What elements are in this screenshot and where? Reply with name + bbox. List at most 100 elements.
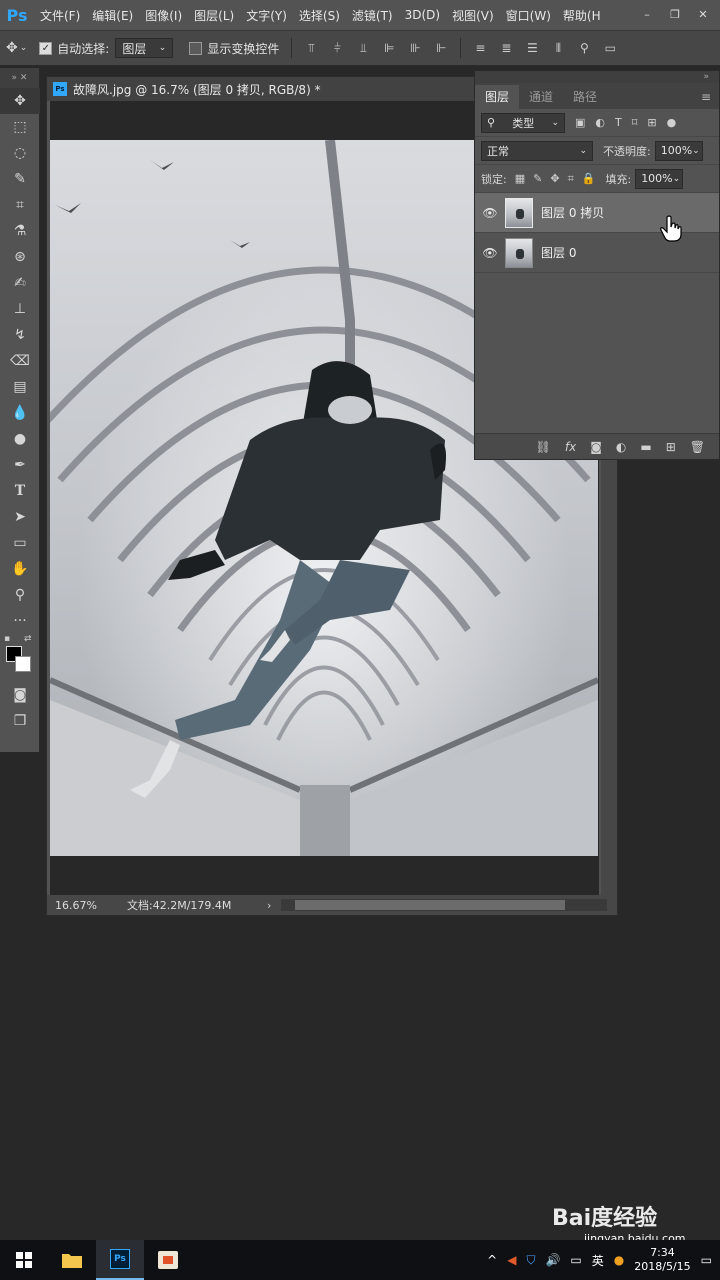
eyedropper-tool-icon[interactable]: ⚗ (0, 218, 40, 244)
blur-tool-icon[interactable]: 💧 (0, 400, 40, 426)
input-language[interactable]: 英 (592, 1252, 604, 1269)
network-icon[interactable]: ▭ (570, 1253, 581, 1267)
lock-image-icon[interactable]: ✎ (533, 172, 542, 185)
quick-mask-icon[interactable]: ◙ (0, 682, 40, 708)
default-colors-icon[interactable]: ▪ (4, 634, 10, 644)
tab-layers[interactable]: 图层 (475, 85, 520, 109)
quick-select-tool-icon[interactable]: ✎ (0, 166, 40, 192)
tool-preset-chevron-icon[interactable]: ⌄ (20, 43, 28, 53)
lock-all-icon[interactable]: 🔒 (582, 172, 596, 185)
menu-file[interactable]: 文件(F) (34, 7, 86, 24)
filter-type-icon[interactable]: T (615, 116, 622, 129)
filter-adjustment-icon[interactable]: ◐ (595, 116, 605, 129)
healing-brush-icon[interactable]: ⊛ (0, 244, 40, 270)
close-button[interactable]: ✕ (694, 8, 712, 22)
taskbar-photoshop[interactable]: Ps (96, 1240, 144, 1280)
delete-layer-icon[interactable]: 🗑 (690, 440, 705, 454)
restore-button[interactable]: ❐ (666, 8, 684, 22)
minimize-button[interactable]: – (638, 8, 656, 22)
taskbar-app[interactable] (144, 1240, 192, 1280)
align-bottom-icon[interactable]: ⫫ (356, 41, 370, 55)
move-tool-icon[interactable]: ✥ (6, 40, 18, 56)
notification-icon[interactable]: ▭ (701, 1253, 712, 1267)
link-layers-icon[interactable]: ⛓ (536, 440, 551, 454)
opacity-input[interactable]: 100% ⌄ (654, 140, 703, 161)
lasso-tool-icon[interactable]: ◌ (0, 140, 40, 166)
distribute-bottom-icon[interactable]: ☰ (525, 41, 539, 55)
align-hcenter-icon[interactable]: ⊪ (408, 41, 422, 55)
panel-collapse-strip[interactable]: » (475, 71, 719, 83)
menu-3d[interactable]: 3D(D) (399, 8, 446, 22)
background-color-swatch[interactable] (15, 656, 31, 672)
align-vcenter-icon[interactable]: ⫩ (330, 41, 344, 55)
path-select-tool-icon[interactable]: ➤ (0, 504, 40, 530)
start-button[interactable] (0, 1240, 48, 1280)
screen-mode-icon[interactable]: ❐ (0, 708, 40, 734)
zoom-level[interactable]: 16.67% (47, 899, 127, 912)
menu-edit[interactable]: 编辑(E) (86, 7, 139, 24)
horizontal-scrollbar[interactable] (281, 899, 607, 911)
pen-tool-icon[interactable]: ✒ (0, 452, 40, 478)
workspace-icon[interactable]: ▭ (603, 41, 617, 55)
add-mask-icon[interactable]: ◙ (590, 440, 602, 454)
align-left-icon[interactable]: ⊫ (382, 41, 396, 55)
search-icon[interactable]: ⚲ (577, 41, 591, 55)
clock[interactable]: 7:34 2018/5/15 (634, 1246, 690, 1274)
gradient-tool-icon[interactable]: ▤ (0, 374, 40, 400)
auto-select-dropdown[interactable]: 图层 ⌄ (115, 38, 174, 58)
history-brush-icon[interactable]: ↯ (0, 322, 40, 348)
menu-window[interactable]: 窗口(W) (500, 7, 557, 24)
auto-select-checkbox[interactable]: ✓ (39, 41, 53, 55)
layer-style-icon[interactable]: fx (565, 440, 576, 454)
tab-paths[interactable]: 路径 (563, 85, 607, 109)
eraser-tool-icon[interactable]: ⌫ (0, 348, 40, 374)
scrollbar-thumb[interactable] (295, 900, 566, 910)
lock-transparent-icon[interactable]: ▦ (515, 172, 525, 185)
align-right-icon[interactable]: ⊩ (434, 41, 448, 55)
taskbar-explorer[interactable] (48, 1240, 96, 1280)
panel-menu-icon[interactable]: ≡ (701, 85, 711, 109)
brush-tool-icon[interactable]: ✍ (0, 270, 40, 296)
rectangle-tool-icon[interactable]: ▭ (0, 530, 40, 556)
tab-channels[interactable]: 通道 (519, 85, 563, 109)
filter-kind-dropdown[interactable]: ⚲ 类型 ⌄ (481, 112, 565, 133)
menu-layer[interactable]: 图层(L) (188, 7, 240, 24)
move-tool-icon[interactable]: ✥ (0, 88, 40, 114)
status-menu-chevron-icon[interactable]: › (267, 899, 271, 912)
security-shield-icon[interactable]: ⛉ (526, 1253, 535, 1268)
filter-smart-object-icon[interactable]: ⊞ (647, 116, 656, 129)
new-group-icon[interactable]: ▬ (640, 440, 651, 454)
filter-toggle-icon[interactable]: ● (667, 116, 677, 129)
zoom-tool-icon[interactable]: ⚲ (0, 582, 40, 608)
color-swatches[interactable]: ▪ ⇄ (0, 634, 40, 682)
ime-icon[interactable]: ● (614, 1253, 624, 1267)
distribute-center-icon[interactable]: ≣ (499, 41, 513, 55)
layer-name[interactable]: 图层 0 (541, 244, 576, 261)
blend-mode-dropdown[interactable]: 正常 ⌄ (481, 140, 593, 161)
hand-tool-icon[interactable]: ✋ (0, 556, 40, 582)
show-transform-checkbox[interactable] (189, 41, 203, 55)
lock-artboard-icon[interactable]: ⌗ (568, 172, 574, 186)
distribute-left-icon[interactable]: ⦀ (551, 41, 565, 55)
menu-help[interactable]: 帮助(H (557, 7, 607, 24)
eye-icon[interactable]: 👁 (475, 246, 505, 260)
lock-position-icon[interactable]: ✥ (550, 172, 559, 185)
align-top-icon[interactable]: ⫪ (304, 41, 318, 55)
distribute-top-icon[interactable]: ≡ (473, 41, 487, 55)
swap-colors-icon[interactable]: ⇄ (24, 634, 32, 644)
eye-icon[interactable]: 👁 (475, 206, 505, 220)
tray-overflow-icon[interactable]: ^ (487, 1253, 497, 1267)
adjustment-layer-icon[interactable]: ◐ (616, 440, 626, 454)
fill-input[interactable]: 100% ⌄ (635, 168, 684, 189)
menu-type[interactable]: 文字(Y) (240, 7, 293, 24)
filter-pixel-icon[interactable]: ▣ (575, 116, 585, 129)
menu-filter[interactable]: 滤镜(T) (346, 7, 399, 24)
volume-icon[interactable]: 🔊 (545, 1253, 560, 1267)
tray-app-icon[interactable]: ◀ (507, 1253, 516, 1267)
menu-image[interactable]: 图像(I) (139, 7, 188, 24)
type-tool-icon[interactable]: T (0, 478, 40, 504)
more-tools-icon[interactable]: ··· (0, 608, 40, 634)
new-layer-icon[interactable]: ⊞ (666, 440, 676, 454)
dodge-tool-icon[interactable]: ● (0, 426, 40, 452)
stamp-tool-icon[interactable]: ⊥ (0, 296, 40, 322)
